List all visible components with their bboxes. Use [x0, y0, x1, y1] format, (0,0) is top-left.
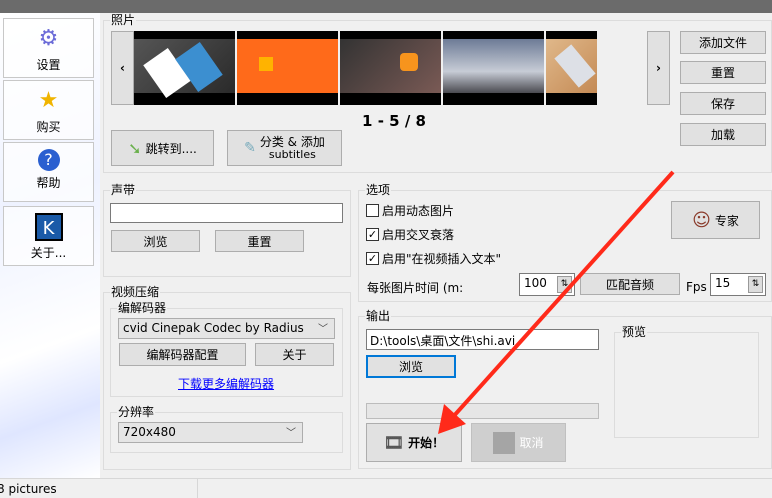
arrow-shaft	[450, 170, 675, 420]
annotation-arrow	[438, 170, 675, 434]
